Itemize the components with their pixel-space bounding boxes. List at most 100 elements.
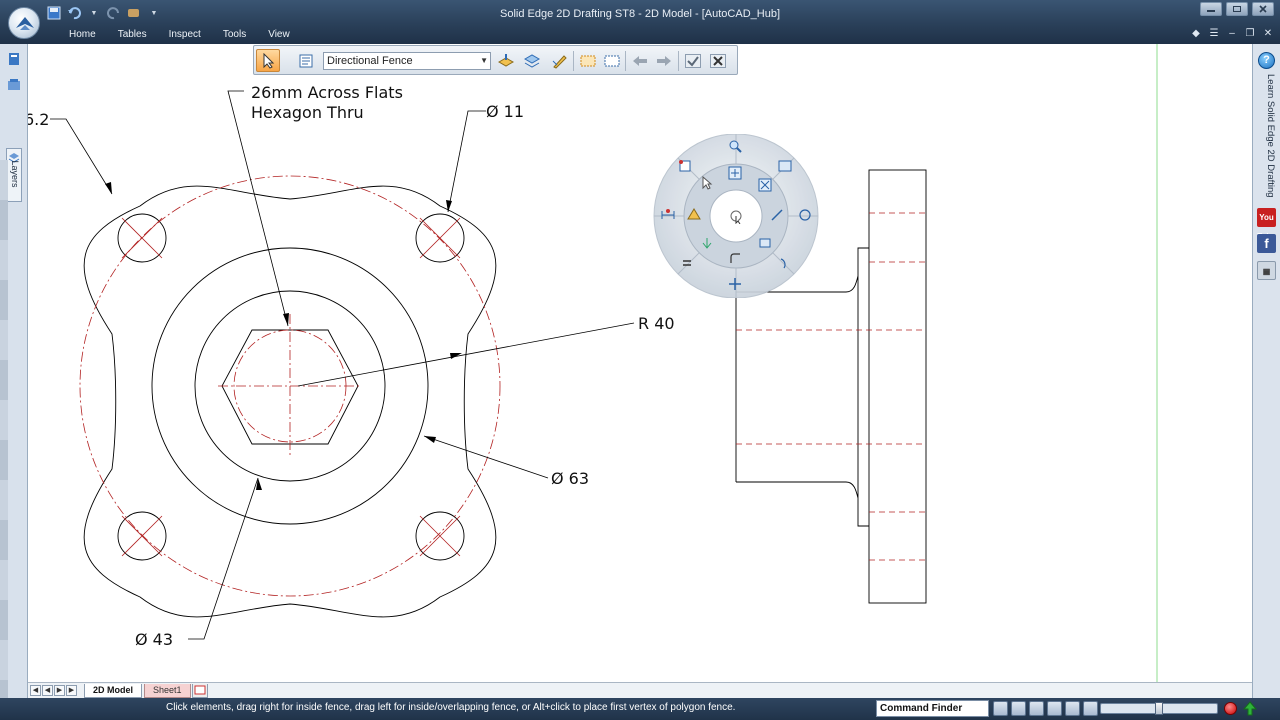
close-button[interactable] [1252, 2, 1274, 16]
record-icon[interactable] [1224, 702, 1237, 715]
checkmark-icon [685, 53, 701, 68]
zoom-slider[interactable] [1100, 702, 1218, 715]
smart-dimension-icon[interactable] [686, 207, 702, 221]
application-button[interactable] [8, 7, 40, 39]
doc-minimize-icon[interactable]: – [1226, 27, 1238, 39]
fit-all-icon[interactable] [758, 178, 772, 192]
view-options-icon[interactable] [1083, 701, 1098, 716]
command-finder-input[interactable]: Command Finder [876, 700, 989, 717]
tab-tools[interactable]: Tools [212, 28, 257, 42]
hex-note-line2[interactable]: Hexagon Thru [251, 103, 364, 122]
fillet-icon[interactable] [728, 251, 742, 265]
flange-side-rect[interactable] [868, 169, 927, 604]
select-arrow-icon[interactable] [700, 175, 714, 190]
select-tool-button[interactable] [256, 49, 280, 72]
zoom-area-icon[interactable] [728, 139, 742, 153]
flange-outline[interactable] [83, 185, 497, 618]
filter-icon [523, 53, 541, 68]
minimize-icon [1207, 10, 1215, 12]
quick-access-toolbar: ▼ ▼ [46, 4, 162, 22]
inside-fence-button[interactable] [576, 49, 600, 72]
prev-sheet-button[interactable]: ◀ [42, 685, 53, 696]
zoom-slider-thumb[interactable] [1155, 702, 1163, 715]
properties-icon [299, 54, 313, 67]
facebook-icon[interactable]: f [1257, 234, 1276, 253]
trim-icon[interactable] [700, 236, 714, 250]
zoom-icon[interactable] [1029, 701, 1044, 716]
redo-icon[interactable] [106, 5, 122, 21]
pathfinder-icon[interactable] [7, 52, 21, 66]
fit-icon[interactable] [1047, 701, 1062, 716]
new-sheet-icon[interactable] [192, 684, 208, 698]
first-sheet-button[interactable]: ◀ [30, 685, 41, 696]
sketch-view-icon[interactable] [678, 159, 692, 173]
circle-icon[interactable] [798, 208, 812, 222]
fence-inside-icon [580, 55, 596, 66]
options-icon[interactable]: ◆ [1190, 27, 1202, 39]
close-icon [710, 53, 726, 68]
help-icon[interactable]: ? [1258, 52, 1275, 69]
inner-diameter-label[interactable]: Ø 43 [135, 630, 173, 649]
drawing-canvas[interactable]: 6.2 26mm Across Flats Hexagon Thru Ø 11 … [28, 44, 1252, 682]
doc-restore-icon[interactable]: ❐ [1244, 27, 1256, 39]
library-icon[interactable] [7, 78, 21, 92]
back-button[interactable] [628, 49, 652, 72]
radial-menu[interactable] [652, 133, 820, 299]
tab-2d-model[interactable]: 2D Model [84, 684, 143, 698]
properties-button[interactable] [294, 49, 318, 72]
hole-diameter-label[interactable]: Ø 11 [486, 102, 524, 121]
partial-dimension-label[interactable]: 6.2 [28, 110, 49, 129]
tab-home[interactable]: Home [58, 28, 107, 42]
customize-qat-icon[interactable]: ▼ [146, 5, 162, 21]
window-controls [1200, 2, 1274, 16]
upload-icon[interactable] [1242, 701, 1258, 716]
last-sheet-button[interactable]: ▶ [66, 685, 77, 696]
dimension-icon[interactable] [660, 208, 676, 222]
overlap-fence-button[interactable] [600, 49, 624, 72]
hex-note-line1[interactable]: 26mm Across Flats [251, 83, 403, 102]
rectangle-icon[interactable] [758, 236, 772, 250]
select-tools-button[interactable] [548, 49, 572, 72]
arrow-cursor-icon [263, 52, 275, 69]
pan-icon[interactable] [1065, 701, 1080, 716]
tab-sheet1[interactable]: Sheet1 [144, 684, 191, 698]
cancel-button[interactable] [706, 49, 730, 72]
front-view[interactable] [83, 185, 497, 618]
arc-icon[interactable] [778, 256, 792, 270]
forward-button[interactable] [652, 49, 676, 72]
layers-tab[interactable]: Layers [6, 148, 22, 202]
line-icon[interactable] [770, 208, 784, 222]
accept-button[interactable] [681, 49, 705, 72]
redo-view-icon[interactable] [993, 701, 1008, 716]
youtube-icon[interactable]: You Tube [1257, 208, 1276, 241]
tab-view[interactable]: View [257, 28, 301, 42]
maximize-button[interactable] [1226, 2, 1248, 16]
list-icon[interactable]: ☰ [1208, 27, 1220, 39]
title-bar: ▼ ▼ Solid Edge 2D Drafting ST8 - 2D Mode… [0, 0, 1280, 44]
tab-inspect[interactable]: Inspect [158, 28, 212, 42]
minimize-button[interactable] [1200, 2, 1222, 16]
tab-tables[interactable]: Tables [107, 28, 158, 42]
next-sheet-button[interactable]: ▶ [54, 685, 65, 696]
community-icon[interactable]: ▦ [1257, 261, 1276, 280]
pcd-radius-label[interactable]: R 40 [638, 314, 675, 333]
zoom-fit-icon[interactable] [728, 166, 742, 180]
view-orient-icon[interactable] [778, 159, 792, 173]
save-icon[interactable] [46, 5, 62, 21]
equal-icon[interactable] [680, 256, 694, 270]
select-filter-button[interactable] [494, 49, 518, 72]
doc-close-icon[interactable]: ✕ [1262, 27, 1274, 39]
sheet-tabs-bar: ◀ ◀ ▶ ▶ 2D Model Sheet1 [28, 682, 1252, 698]
radial-center-cursor-icon[interactable] [728, 208, 744, 225]
fence-mode-select[interactable]: Directional Fence ▼ [323, 52, 491, 70]
status-bar: Click elements, drag right for inside fe… [0, 698, 1280, 720]
select-command-bar: Directional Fence ▼ [253, 45, 738, 75]
point-icon[interactable] [728, 277, 742, 291]
outer-diameter-label[interactable]: Ø 63 [551, 469, 589, 488]
zoom-area-status-icon[interactable] [1011, 701, 1026, 716]
filter-options-button[interactable] [520, 49, 544, 72]
document-window-controls: ◆ ☰ – ❐ ✕ [1190, 27, 1274, 39]
undo-dropdown-icon[interactable]: ▼ [86, 5, 102, 21]
undo-icon[interactable] [66, 5, 82, 21]
paint-icon[interactable] [126, 5, 142, 21]
